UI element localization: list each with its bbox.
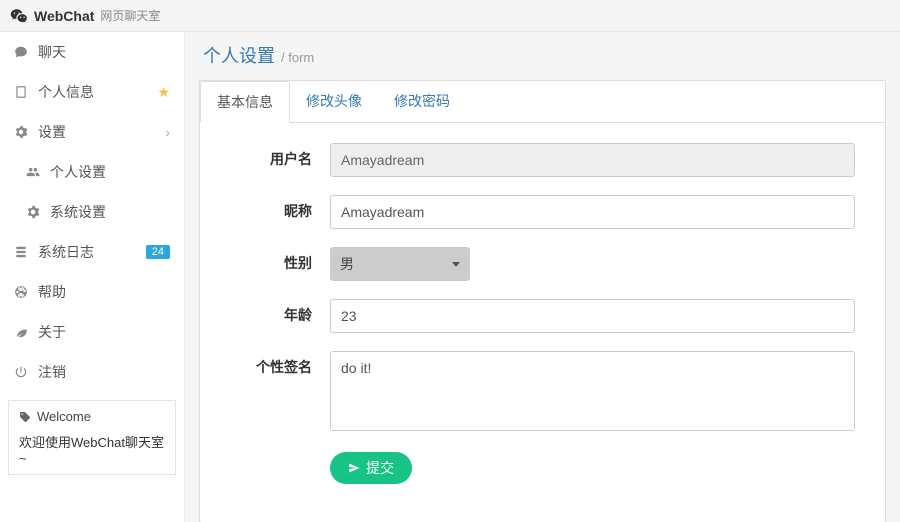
sidebar-item-label: 注销: [38, 362, 170, 382]
sidebar-item-syslog[interactable]: 系统日志 24: [0, 232, 184, 272]
nickname-label: 昵称: [230, 195, 330, 221]
nickname-input[interactable]: [330, 195, 855, 229]
brand-name: WebChat: [34, 8, 94, 24]
username-label: 用户名: [230, 143, 330, 169]
page-title: 个人设置: [203, 42, 275, 68]
chevron-right-icon: ›: [165, 124, 170, 140]
sidebar-item-label: 个人设置: [50, 162, 106, 182]
sidebar-item-label: 聊天: [38, 42, 170, 62]
badge-count: 24: [146, 245, 170, 259]
power-icon: [14, 365, 28, 379]
tab-change-password[interactable]: 修改密码: [378, 81, 466, 122]
gear-icon: [26, 205, 40, 219]
sidebar-item-settings[interactable]: 设置 ›: [0, 112, 184, 152]
paper-plane-icon: [348, 462, 360, 474]
username-input: [330, 143, 855, 177]
topbar: WebChat 网页聊天室: [0, 0, 900, 32]
sidebar-item-about[interactable]: 关于: [0, 312, 184, 352]
gear-icon: [14, 125, 28, 139]
users-icon: [26, 165, 40, 179]
page-header: 个人设置 / form: [203, 42, 886, 68]
brand-tagline: 网页聊天室: [100, 7, 160, 24]
tab-basic-info[interactable]: 基本信息: [200, 81, 290, 123]
gender-label: 性别: [230, 247, 330, 273]
book-icon: [14, 85, 28, 99]
age-label: 年龄: [230, 299, 330, 325]
sidebar: 聊天 个人信息 ★ 设置 › 个人设置 系统设置 系统日志 24 帮助: [0, 32, 185, 522]
submit-button[interactable]: 提交: [330, 452, 412, 484]
globe-icon: [14, 285, 28, 299]
age-input[interactable]: [330, 299, 855, 333]
wechat-icon: [10, 7, 28, 25]
welcome-text: 欢迎使用WebChat聊天室~: [19, 432, 165, 466]
tag-icon: [19, 411, 31, 423]
sidebar-item-label: 系统设置: [50, 202, 106, 222]
sidebar-item-label: 个人信息: [38, 82, 157, 102]
tabs: 基本信息 修改头像 修改密码: [200, 81, 885, 123]
sidebar-item-logout[interactable]: 注销: [0, 352, 184, 392]
sidebar-item-label: 系统日志: [38, 242, 146, 262]
gender-select-value: 男: [340, 254, 354, 274]
bio-label: 个性签名: [230, 351, 330, 377]
sidebar-item-help[interactable]: 帮助: [0, 272, 184, 312]
submit-label: 提交: [366, 458, 394, 478]
caret-down-icon: [452, 262, 460, 267]
sidebar-subitem-system-settings[interactable]: 系统设置: [0, 192, 184, 232]
tab-change-avatar[interactable]: 修改头像: [290, 81, 378, 122]
gender-select[interactable]: 男: [330, 247, 470, 281]
sidebar-item-chat[interactable]: 聊天: [0, 32, 184, 72]
tab-panel: 基本信息 修改头像 修改密码 用户名 昵称 性别 男: [199, 80, 886, 522]
sidebar-item-label: 设置: [38, 122, 165, 142]
welcome-box: Welcome 欢迎使用WebChat聊天室~: [8, 400, 176, 475]
page-subtitle: / form: [281, 50, 314, 65]
welcome-title: Welcome: [19, 409, 165, 424]
sidebar-item-label: 关于: [38, 322, 170, 342]
bio-textarea[interactable]: [330, 351, 855, 431]
star-icon: ★: [157, 84, 170, 101]
settings-form: 用户名 昵称 性别 男 年龄: [200, 123, 885, 522]
chat-icon: [14, 45, 28, 59]
main-content: 个人设置 / form 基本信息 修改头像 修改密码 用户名 昵称 性别: [185, 32, 900, 522]
sidebar-item-profile[interactable]: 个人信息 ★: [0, 72, 184, 112]
task-icon: [14, 245, 28, 259]
leaf-icon: [14, 325, 28, 339]
sidebar-item-label: 帮助: [38, 282, 170, 302]
sidebar-subitem-personal-settings[interactable]: 个人设置: [0, 152, 184, 192]
